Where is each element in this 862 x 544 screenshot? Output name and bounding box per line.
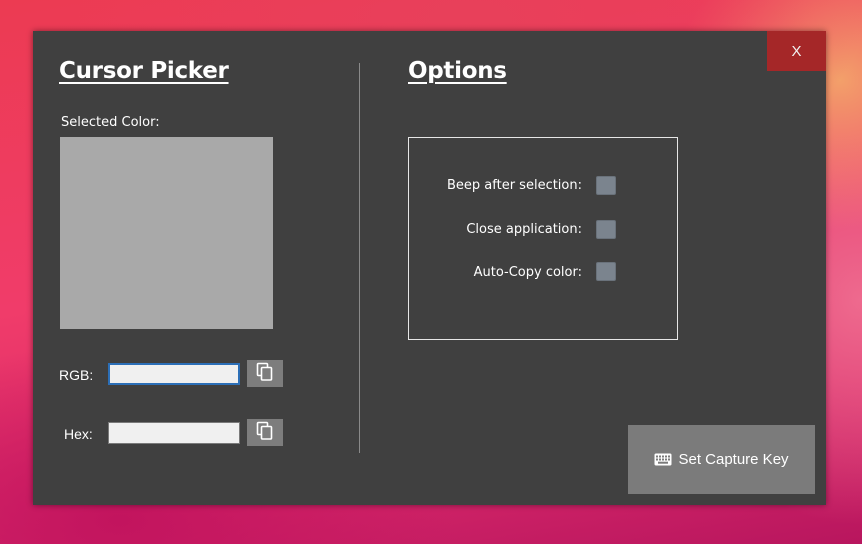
option-autocopy-label: Auto-Copy color: — [473, 265, 582, 280]
selected-color-swatch — [60, 137, 273, 329]
copy-hex-button[interactable] — [247, 419, 283, 446]
copy-icon — [256, 362, 274, 386]
set-capture-key-label: Set Capture Key — [678, 451, 789, 468]
option-beep-checkbox[interactable] — [596, 176, 616, 195]
cursor-picker-window: X Cursor Picker Options Selected Color: … — [33, 31, 826, 505]
option-close-checkbox[interactable] — [596, 220, 616, 239]
options-panel: Beep after selection: Close application:… — [408, 137, 678, 340]
rgb-label: RGB: — [59, 367, 94, 383]
keyboard-icon — [654, 453, 672, 466]
option-beep-label: Beep after selection: — [447, 178, 582, 193]
option-autocopy-checkbox[interactable] — [596, 262, 616, 281]
copy-icon — [256, 421, 274, 445]
hex-label: Hex: — [64, 426, 93, 442]
copy-rgb-button[interactable] — [247, 360, 283, 387]
selected-color-label: Selected Color: — [61, 115, 160, 130]
cursor-picker-title: Cursor Picker — [59, 58, 229, 84]
panel-divider — [359, 63, 360, 453]
options-title: Options — [408, 58, 507, 84]
option-close-label: Close application: — [466, 222, 582, 237]
set-capture-key-button[interactable]: Set Capture Key — [628, 425, 815, 494]
close-button[interactable]: X — [767, 31, 826, 71]
hex-input[interactable] — [108, 422, 240, 444]
rgb-input[interactable] — [108, 363, 240, 385]
